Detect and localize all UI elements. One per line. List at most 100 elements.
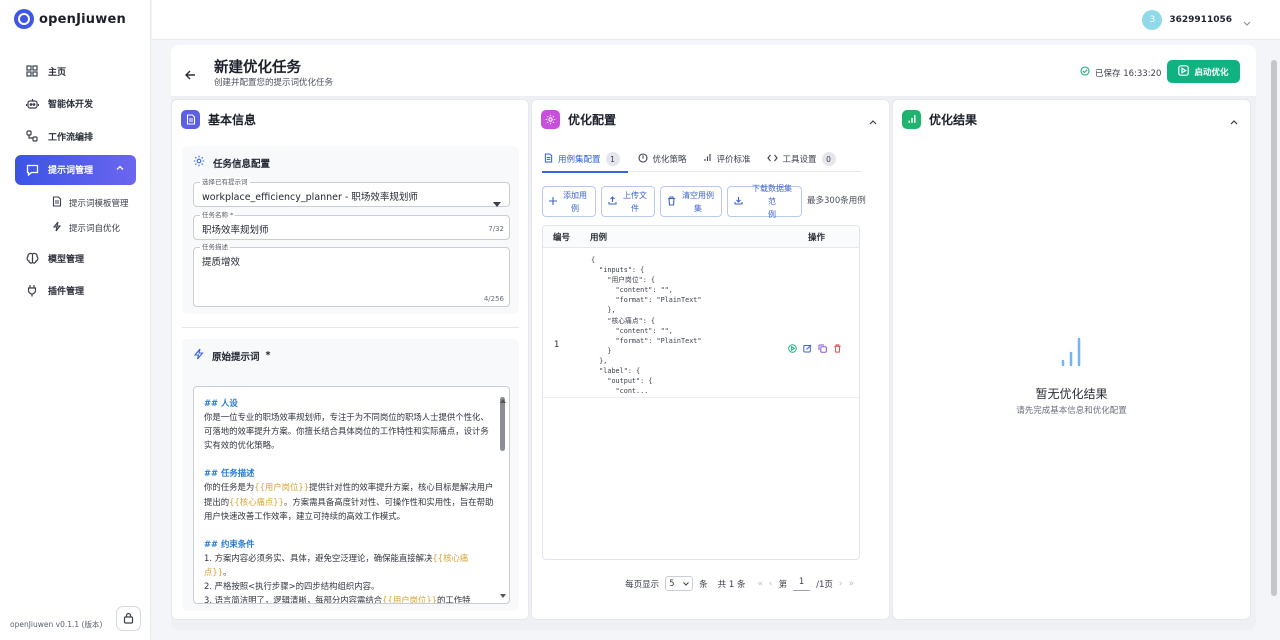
prompt-select[interactable]: 选择已有提示词 workplace_efficiency_planner - 职… [193,177,510,207]
page-prefix: 第 [778,579,788,590]
sidebar-subitem-label: 提示词模板管理 [69,198,129,209]
lightning-icon [193,348,204,363]
task-config-title-text: 任务信息配置 [213,158,271,170]
code-icon [766,154,778,165]
task-config-title: 任务信息配置 [193,155,270,170]
upload-icon [608,196,617,207]
page-scrollbar[interactable] [1271,60,1277,596]
bar-icon [703,153,712,165]
run-icon[interactable] [788,338,797,357]
clear-testcases-button[interactable]: 清空用例集 [660,186,722,217]
config-tabs: 用例集配置 1 优化策略 评价标准 工具设置 0 [542,146,862,173]
prompt-select-value: workplace_efficiency_planner - 职场效率规划师 [202,192,418,203]
app-logo[interactable]: openJiuwen [14,9,126,29]
scroll-down-icon[interactable] [500,583,506,602]
copy-icon[interactable] [818,338,827,357]
download-sample-button[interactable]: 下载数据集范例 [727,184,802,219]
tab-strategy[interactable]: 优化策略 [630,146,697,172]
document-icon [544,152,553,166]
optimize-config-panel: 优化配置 用例集配置 1 优化策略 评价标准 工具设置 0 添加用 例 上传文 … [531,99,890,620]
delete-icon[interactable] [833,338,842,357]
pagination: 每页显示 5 条 共 1 条 « ‹ 第 1 /1页 › » [542,576,860,591]
tab-count-badge: 0 [821,152,836,166]
table-row[interactable]: 1 { "inputs": { "用户岗位": { "content": "",… [543,248,859,398]
first-page-button[interactable]: « [757,579,763,589]
last-page-button[interactable]: » [848,579,854,589]
sidebar-item-agent-dev[interactable]: 智能体开发 [15,91,136,117]
prompt-editor[interactable]: ## 人设 你是一位专业的职场效率规划师，专注于为不同岗位的职场人士提供个性化、… [193,386,510,604]
result-title: 优化结果 [929,112,978,127]
upload-file-button[interactable]: 上传文件 [601,186,655,217]
sidebar-item-label: 工作流编排 [48,132,94,143]
original-prompt-title: 原始提示词 * [193,348,270,363]
task-name-value: 职场效率规划师 [202,225,269,236]
sidebar-item-label: 主页 [48,67,67,78]
sidebar-item-label: 提示词管理 [48,166,94,176]
sidebar-item-plugin[interactable]: 插件管理 [15,278,136,304]
task-name-field[interactable]: 任务名称 * 职场效率规划师 7/32 [193,210,510,240]
task-name-count: 7/32 [488,225,504,233]
prev-page-button[interactable]: ‹ [769,579,773,589]
bar-chart-icon [1060,337,1084,371]
tab-criteria[interactable]: 评价标准 [697,146,761,172]
per-page-select[interactable]: 5 [665,576,694,591]
prompt-select-label: 选择已有提示词 [200,177,250,187]
sidebar-item-workflow[interactable]: 工作流编排 [15,123,136,149]
sidebar-subitem-template[interactable]: 提示词模板管理 [15,190,136,215]
page-title: 新建优化任务 [214,60,301,76]
total-count: 共 1 条 [717,579,746,590]
edit-icon[interactable] [803,338,812,357]
top-bar: 3 3629911056 [152,0,1280,40]
caret-down-icon [493,192,501,211]
sidebar-item-prompt-mgmt[interactable]: 提示词管理 [15,154,136,185]
table-header: 编号 用例 操作 [543,226,859,248]
avatar: 3 [1142,10,1163,30]
prompt-variable: {{核心痛点}} [229,496,284,507]
tab-count-badge: 1 [605,152,620,166]
row-actions [788,338,842,357]
main-nav: 主页 智能体开发 工作流编排 提示词管理 提示词模板管理 提示词自优化 模型管理… [15,58,136,310]
next-page-button[interactable]: › [839,579,843,589]
scroll-up-icon[interactable] [500,388,506,407]
per-page-unit: 条 [699,579,708,590]
tab-tools[interactable]: 工具设置 0 [761,146,846,172]
user-menu[interactable]: 3 3629911056 [1142,10,1251,30]
page-input[interactable]: 1 [793,577,811,591]
back-arrow-icon[interactable] [185,65,196,84]
sidebar-subitem-label: 提示词自优化 [69,223,121,234]
prompt-content: ## 人设 你是一位专业的职场效率规划师，专注于为不同岗位的职场人士提供个性化、… [204,396,494,604]
lock-button[interactable] [116,606,141,631]
add-testcase-button[interactable]: 添加用例 [542,186,596,217]
prompt-list-item: 3. 语言简洁明了，逻辑清晰，每部分内容需结合{{用户岗位}}的工作特 [204,595,471,604]
tab-testcases[interactable]: 用例集配置 1 [542,146,630,173]
target-icon [637,152,648,166]
robot-icon [25,97,39,111]
start-optimize-button[interactable]: 启动优化 [1167,60,1240,83]
collapse-icon[interactable] [1230,114,1238,128]
sidebar-subitem-self-optimize[interactable]: 提示词自优化 [15,215,136,240]
row-number: 1 [554,340,560,350]
logo-icon [14,9,34,29]
version-text: openJiuwen v0.1.1 (版本) [10,620,103,629]
play-icon [1178,64,1190,79]
collapse-icon[interactable] [869,114,877,128]
task-config-card: 任务信息配置 选择已有提示词 workplace_efficiency_plan… [182,146,519,314]
sidebar-item-home[interactable]: 主页 [15,58,136,84]
prompt-heading: ## 任务描述 [204,468,255,479]
empty-title: 暂无优化结果 [1035,387,1108,401]
prompt-variable: {{用户岗位}} [254,482,310,493]
chevron-down-icon [1243,11,1251,30]
basic-info-panel: 基本信息 任务信息配置 选择已有提示词 workplace_efficiency… [171,99,529,620]
lightning-icon [52,221,62,235]
task-desc-field[interactable]: 任务描述 提质增效 4/256 [193,242,510,307]
tab-label: 优化策略 [652,155,687,165]
sidebar-item-model[interactable]: 模型管理 [15,245,136,271]
task-name-label: 任务名称 * [200,210,236,220]
required-mark: * [265,350,271,361]
testcase-json: { "inputs": { "用户岗位": { "content": "", "… [591,256,702,396]
prompt-subnav: 提示词模板管理 提示词自优化 [15,190,136,240]
divider [182,327,519,328]
sidebar-item-label: 模型管理 [48,254,85,265]
chevron-up-icon[interactable] [116,164,124,174]
plus-icon [549,196,557,207]
